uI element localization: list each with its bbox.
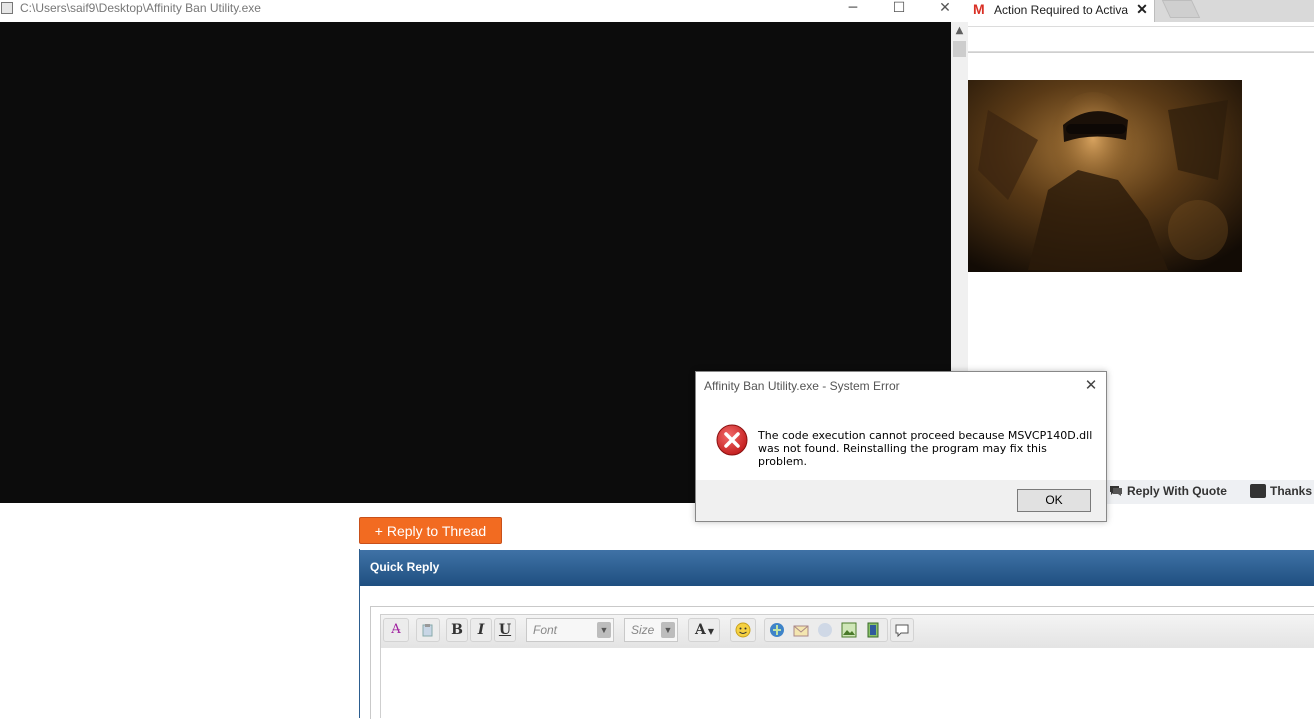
signature-image bbox=[968, 80, 1242, 272]
image-icon[interactable] bbox=[841, 622, 857, 645]
chevron-down-icon: ▼ bbox=[661, 622, 675, 638]
unlink-icon[interactable] bbox=[817, 622, 833, 645]
text-color-label: A bbox=[695, 622, 706, 638]
size-select[interactable]: Size ▼ bbox=[624, 618, 678, 642]
text-color-button[interactable]: A ▼ bbox=[688, 618, 720, 642]
dialog-message-line2: was not found. Reinstalling the program … bbox=[758, 442, 1047, 468]
error-icon bbox=[716, 424, 748, 456]
gmail-icon: M bbox=[973, 1, 985, 17]
dialog-title: Affinity Ban Utility.exe - System Error bbox=[704, 379, 900, 393]
reply-to-thread-button[interactable]: + Reply to Thread bbox=[359, 517, 502, 544]
console-scrollbar[interactable] bbox=[951, 22, 968, 372]
maximize-icon[interactable]: ☐ bbox=[876, 0, 922, 22]
italic-button[interactable]: I bbox=[470, 618, 492, 642]
scroll-thumb[interactable] bbox=[953, 41, 966, 57]
quick-reply-title: Quick Reply bbox=[370, 560, 440, 574]
ok-button[interactable]: OK bbox=[1017, 489, 1091, 512]
video-icon[interactable] bbox=[865, 622, 881, 645]
address-bar[interactable] bbox=[968, 26, 1314, 52]
dialog-message-line1: The code execution cannot proceed becaus… bbox=[758, 429, 1093, 442]
comment-icon[interactable] bbox=[890, 618, 914, 642]
bold-button[interactable]: B bbox=[446, 618, 468, 642]
chevron-down-icon: ▼ bbox=[707, 626, 715, 636]
font-select[interactable]: Font ▼ bbox=[526, 618, 614, 642]
dialog-close-icon[interactable]: ✕ bbox=[1081, 376, 1101, 396]
console-title: C:\Users\saif9\Desktop\Affinity Ban Util… bbox=[20, 1, 261, 15]
smiley-icon[interactable] bbox=[730, 618, 756, 642]
email-icon[interactable] bbox=[793, 623, 809, 645]
quote-icon bbox=[1109, 484, 1123, 498]
link-icon[interactable] bbox=[769, 622, 785, 645]
tab-close-icon[interactable]: ✕ bbox=[1134, 1, 1150, 17]
insert-toolbar-group bbox=[764, 618, 888, 642]
dialog-message: The code execution cannot proceed becaus… bbox=[758, 429, 1098, 468]
font-select-label: Font bbox=[533, 623, 558, 637]
console-app-icon bbox=[1, 2, 13, 14]
thanks-icon bbox=[1250, 484, 1266, 498]
scroll-up-icon[interactable]: ▲ bbox=[951, 22, 968, 40]
breadcrumb-dots bbox=[968, 76, 1128, 91]
paste-icon[interactable] bbox=[416, 618, 440, 642]
tab-title[interactable]: Action Required to Activa bbox=[994, 3, 1128, 19]
message-textarea[interactable] bbox=[380, 648, 1314, 718]
close-icon[interactable]: ✕ bbox=[922, 0, 968, 22]
minimize-icon[interactable]: ─ bbox=[830, 0, 876, 22]
size-select-label: Size bbox=[631, 623, 655, 637]
underline-button[interactable]: U bbox=[494, 618, 516, 642]
thanks-button[interactable]: Thanks bbox=[1270, 484, 1314, 500]
reply-with-quote-button[interactable]: Reply With Quote bbox=[1127, 484, 1227, 500]
remove-format-icon[interactable]: A̶ bbox=[383, 618, 409, 642]
chevron-down-icon: ▼ bbox=[597, 622, 611, 638]
